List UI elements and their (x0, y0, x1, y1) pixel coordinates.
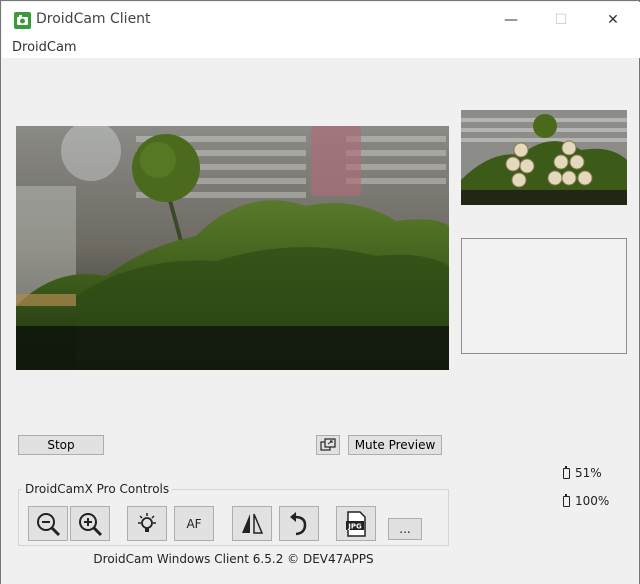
menu-item-droidcam[interactable]: DroidCam (12, 40, 77, 55)
zoom-in-button[interactable] (70, 506, 110, 541)
maximize-icon: ☐ (554, 12, 568, 28)
close-icon: ✕ (607, 12, 619, 28)
rotate-icon (290, 511, 307, 535)
light-bulb-icon (138, 512, 156, 532)
zoom-out-icon (37, 512, 61, 536)
mute-preview-label: Mute Preview (354, 438, 436, 452)
battery-level-2: 100% (575, 494, 610, 508)
zoom-out-button[interactable] (28, 506, 68, 541)
stop-button-label: Stop (47, 438, 75, 452)
minimize-button[interactable]: — (488, 2, 534, 38)
zoom-in-icon (79, 512, 103, 536)
mirror-icon (242, 513, 264, 534)
mirror-button[interactable] (232, 506, 272, 541)
pro-controls-legend: DroidCamX Pro Controls (22, 482, 173, 496)
camera-thumbnail (461, 110, 627, 205)
battery-level-1: 51% (575, 466, 602, 480)
more-options-label: ... (399, 522, 411, 536)
light-toggle-button[interactable] (127, 506, 167, 541)
stop-button[interactable]: Stop (18, 435, 104, 455)
camera-feed-image (16, 126, 449, 370)
battery-icon (563, 465, 570, 479)
app-window: DroidCam Client — ☐ ✕ DroidCam Stop Mute… (0, 0, 640, 584)
jpg-file-icon: JPG (346, 510, 366, 537)
mute-preview-button[interactable]: Mute Preview (348, 435, 442, 455)
camera-preview (16, 126, 449, 370)
maximize-button[interactable]: ☐ (538, 2, 584, 38)
window-title: DroidCam Client (36, 11, 151, 27)
svg-text:JPG: JPG (347, 522, 362, 530)
battery-icon (563, 493, 570, 507)
minimize-icon: — (504, 12, 518, 28)
menu-bar: DroidCam (2, 38, 640, 58)
popout-icon (320, 438, 336, 451)
save-jpg-button[interactable]: JPG (336, 506, 376, 541)
droidcam-app-icon (14, 12, 31, 29)
autofocus-button[interactable]: AF (174, 506, 214, 541)
footer-credits: DroidCam Windows Client 6.5.2 © DEV47APP… (93, 552, 374, 566)
autofocus-label: AF (186, 516, 202, 531)
close-button[interactable]: ✕ (590, 2, 636, 38)
rotate-button[interactable] (279, 506, 319, 541)
more-options-button[interactable]: ... (388, 518, 422, 540)
title-bar[interactable]: DroidCam Client — ☐ ✕ (2, 2, 640, 38)
popout-button[interactable] (316, 435, 340, 455)
thumbnail-image (461, 110, 627, 205)
battery-status-1: 51% (563, 465, 602, 480)
secondary-preview-box (461, 238, 627, 354)
battery-status-2: 100% (563, 493, 610, 508)
